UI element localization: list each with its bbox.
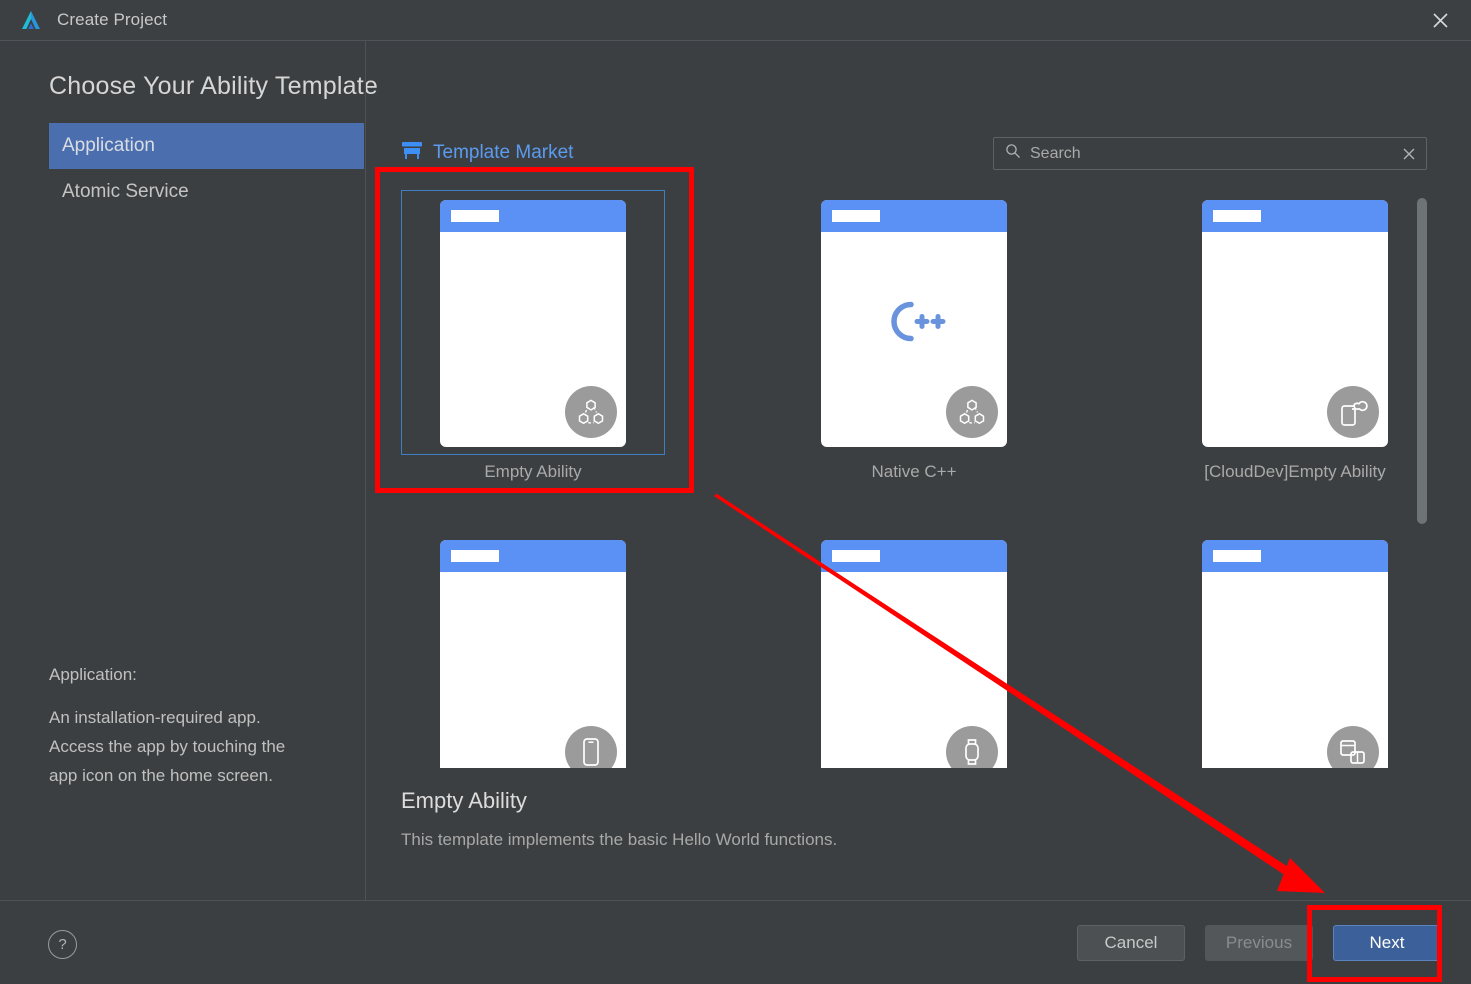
page-title: Choose Your Ability Template — [49, 72, 378, 100]
footer-buttons: Cancel Previous Next — [1077, 925, 1441, 961]
sidebar-item-application[interactable]: Application — [49, 123, 364, 169]
template-phone-titlebar — [1202, 540, 1388, 572]
search-icon — [1005, 143, 1021, 164]
search-box[interactable] — [993, 137, 1427, 170]
template-grid: Empty Ability Native C++ [CloudDev]Empty A… — [401, 190, 1427, 768]
template-thumbnail[interactable] — [401, 190, 665, 455]
template-detail-title: Empty Ability — [401, 788, 527, 813]
template-thumbnail[interactable] — [782, 530, 1046, 768]
help-icon[interactable]: ? — [48, 930, 77, 959]
template-phone-titlebar — [440, 200, 626, 232]
template-market-icon — [401, 141, 423, 165]
sidebar-item-label: Application — [62, 135, 155, 156]
template-card-label: Native C++ — [871, 462, 957, 481]
template-grid-scrollbar[interactable] — [1417, 192, 1427, 767]
template-phone-titlebar — [1202, 200, 1388, 232]
create-project-dialog: Create Project Choose Your Ability Templ… — [0, 0, 1471, 984]
template-card[interactable]: Empty Ability — [401, 190, 665, 482]
previous-button: Previous — [1205, 925, 1313, 961]
template-thumbnail[interactable] — [782, 190, 1046, 455]
template-detail-description: This template implements the basic Hello… — [401, 830, 838, 849]
cancel-button[interactable]: Cancel — [1077, 925, 1185, 961]
sidebar-divider — [365, 41, 366, 900]
template-center-glyph — [821, 292, 1007, 355]
template-phone-titlebar — [440, 540, 626, 572]
category-description-heading: Application: — [49, 665, 137, 684]
phone-icon — [565, 726, 617, 768]
ability-hexagons-icon — [565, 386, 617, 438]
deveco-logo-icon — [18, 8, 44, 34]
clear-icon[interactable] — [1401, 146, 1417, 162]
title-bar: Create Project — [0, 0, 1471, 41]
help-label: ? — [58, 936, 67, 953]
template-phone-preview — [440, 200, 626, 447]
next-button[interactable]: Next — [1333, 925, 1441, 961]
template-thumbnail[interactable] — [1163, 190, 1427, 455]
phone-cloud-icon — [1327, 386, 1379, 438]
category-description-line: An installation-required app. — [49, 708, 261, 727]
template-phone-titlebar — [821, 200, 1007, 232]
category-description: Application: An installation-required ap… — [49, 660, 349, 790]
template-card-label: [CloudDev]Empty Ability — [1204, 462, 1386, 481]
watch-icon — [946, 726, 998, 768]
template-phone-preview — [821, 200, 1007, 447]
template-market-link[interactable]: Template Market — [401, 141, 573, 165]
category-sidebar: Application Atomic Service — [49, 123, 364, 215]
template-thumbnail[interactable] — [401, 530, 665, 768]
footer-divider — [0, 900, 1471, 901]
sidebar-item-atomic-service[interactable]: Atomic Service — [49, 169, 364, 215]
template-phone-titlebar — [821, 540, 1007, 572]
template-card[interactable]: [CloudDev]Empty Ability — [1163, 190, 1427, 482]
ability-hexagons-icon — [946, 386, 998, 438]
template-card[interactable] — [401, 530, 665, 768]
scrollbar-thumb[interactable] — [1417, 198, 1427, 524]
template-phone-preview — [821, 540, 1007, 768]
window-title: Create Project — [57, 10, 168, 29]
category-description-line: Access the app by touching the — [49, 737, 286, 756]
template-card[interactable] — [782, 530, 1046, 768]
tablet-split-icon — [1327, 726, 1379, 768]
template-thumbnail[interactable] — [1163, 530, 1427, 768]
search-input[interactable] — [1021, 144, 1401, 163]
template-phone-preview — [1202, 200, 1388, 447]
template-phone-preview — [440, 540, 626, 768]
template-phone-preview — [1202, 540, 1388, 768]
template-market-label: Template Market — [433, 142, 574, 163]
template-card[interactable]: Native C++ — [782, 190, 1046, 482]
sidebar-item-label: Atomic Service — [62, 181, 189, 202]
template-detail: Empty Ability This template implements t… — [401, 788, 1401, 850]
template-card-label: Empty Ability — [484, 462, 582, 481]
close-icon[interactable] — [1415, 0, 1465, 41]
category-description-line: app icon on the home screen. — [49, 766, 273, 785]
template-card[interactable] — [1163, 530, 1427, 768]
